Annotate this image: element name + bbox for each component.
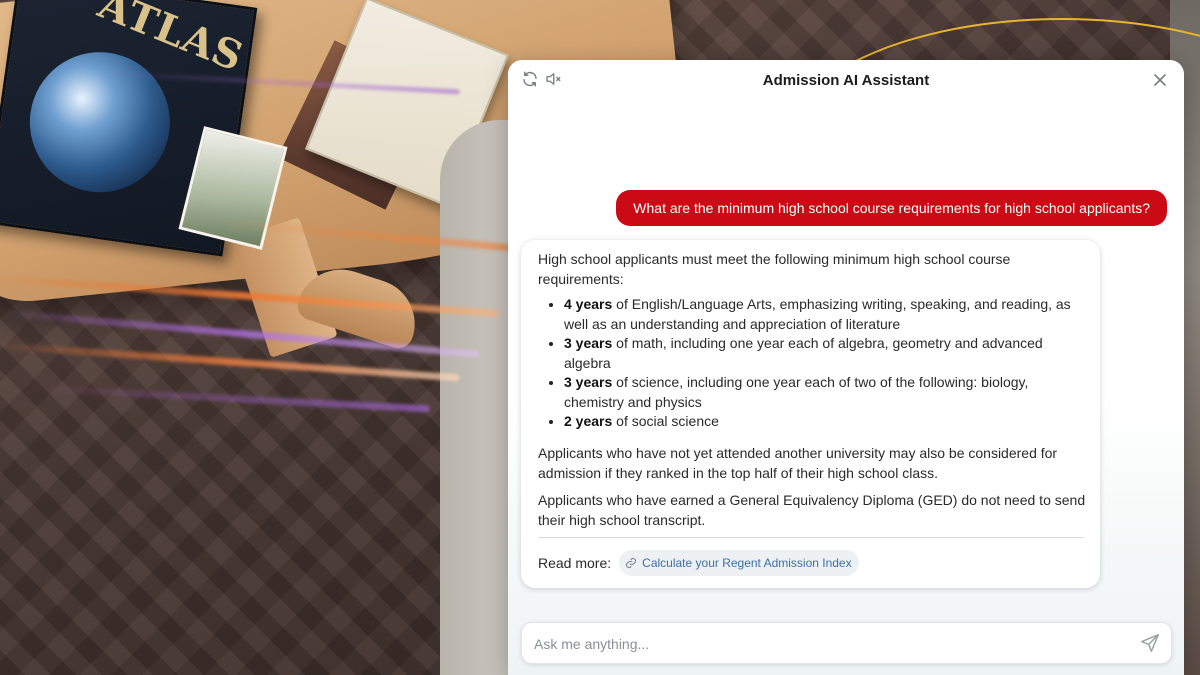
- read-more-link-label: Calculate your Regent Admission Index: [642, 556, 852, 570]
- link-icon: [626, 557, 637, 569]
- panel-header: Admission AI Assistant: [508, 60, 1184, 100]
- close-icon[interactable]: [1150, 70, 1170, 90]
- read-more-label: Read more:: [538, 555, 612, 571]
- assistant-response-card: High school applicants must meet the fol…: [521, 240, 1100, 588]
- message-composer: [521, 622, 1172, 665]
- ask-input[interactable]: [532, 623, 1126, 665]
- list-item: 2 years of social science: [564, 412, 1086, 432]
- requirement-text: of math, including one year each of alge…: [564, 335, 1043, 371]
- read-more-row: Read more: Calculate your Regent Admissi…: [538, 550, 859, 576]
- requirement-years: 4 years: [564, 296, 613, 312]
- divider: [538, 537, 1084, 538]
- response-paragraph: Applicants who have not yet attended ano…: [538, 444, 1058, 481]
- send-icon[interactable]: [1139, 632, 1161, 654]
- requirement-years: 3 years: [564, 374, 613, 390]
- requirement-years: 2 years: [564, 413, 613, 429]
- response-intro: High school applicants must meet the fol…: [538, 251, 1011, 287]
- assistant-response-body: High school applicants must meet the fol…: [538, 249, 1086, 530]
- requirement-text: of social science: [612, 413, 719, 429]
- list-item: 3 years of science, including one year e…: [564, 373, 1086, 412]
- requirement-text: of science, including one year each of t…: [564, 374, 1029, 410]
- read-more-link[interactable]: Calculate your Regent Admission Index: [619, 550, 859, 576]
- user-message-bubble: What are the minimum high school course …: [616, 190, 1167, 226]
- assistant-panel: Admission AI Assistant What are the mini…: [508, 60, 1184, 675]
- list-item: 3 years of math, including one year each…: [564, 334, 1086, 373]
- list-item: 4 years of English/Language Arts, emphas…: [564, 295, 1086, 334]
- globe-illustration: [20, 43, 179, 202]
- panel-title: Admission AI Assistant: [762, 72, 930, 89]
- response-paragraph: Applicants who have earned a General Equ…: [538, 491, 1086, 528]
- requirement-years: 3 years: [564, 335, 613, 351]
- requirement-text: of English/Language Arts, emphasizing wr…: [564, 296, 1071, 332]
- requirements-list: 4 years of English/Language Arts, emphas…: [538, 295, 1086, 432]
